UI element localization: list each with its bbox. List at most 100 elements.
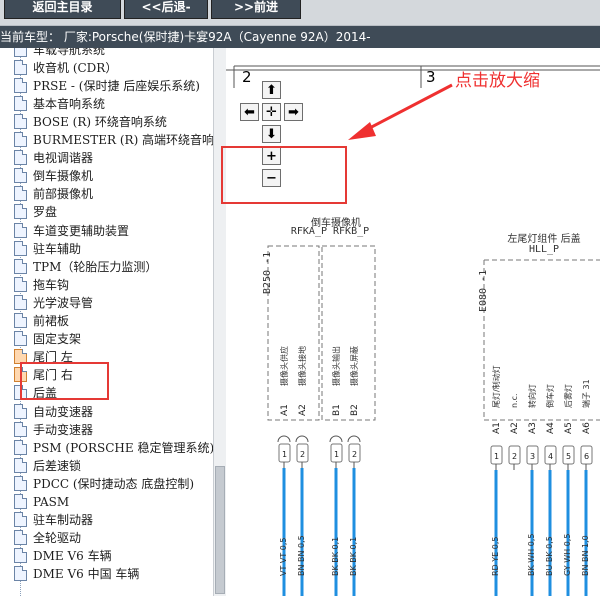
taillight-pin-desc: 端子 31 <box>581 379 591 408</box>
tree-item[interactable]: 罗盘 <box>14 203 57 221</box>
pan-right-button[interactable]: ➡ <box>284 103 303 121</box>
tree-item-label: PASM <box>33 494 70 509</box>
taillight-pin-desc: n.c. <box>510 393 519 408</box>
tree-item[interactable]: DME V6 车辆 <box>14 547 112 565</box>
home-button[interactable]: 返回主目录 <box>4 0 121 19</box>
camera-connector-num: 1 <box>282 450 287 459</box>
tree-item-label: 倒车摄像机 <box>33 169 94 184</box>
tree-item[interactable]: PRSE - (保时捷 后座娱乐系统) <box>14 76 200 94</box>
tree-item[interactable]: 前裙板 <box>14 312 69 330</box>
tree-item[interactable]: 倒车摄像机 <box>14 167 93 185</box>
tree-item-label: 拖车钩 <box>33 277 70 292</box>
tree-item[interactable]: 基本音响系统 <box>14 94 105 112</box>
scrollbar-thumb[interactable] <box>215 466 225 594</box>
taillight-wire-label: BU BK 0,5 <box>545 536 554 576</box>
document-icon <box>14 439 27 455</box>
tree-item[interactable]: BOSE (R) 环绕音响系统 <box>14 112 167 130</box>
document-icon <box>14 132 27 147</box>
pan-center-button[interactable]: ✛ <box>262 103 281 121</box>
tree-item[interactable]: 光学波导管 <box>14 293 93 311</box>
annotation-box-zoom <box>221 146 347 204</box>
camera-connector-num: 2 <box>300 450 305 459</box>
taillight-ref: E080 -1 <box>478 270 489 312</box>
pan-down-button[interactable]: ⬇ <box>262 125 281 143</box>
taillight-pin-label: A2 <box>510 422 520 434</box>
taillight-connector-num: 6 <box>584 452 589 461</box>
tree-item-label: 基本音响系统 <box>33 96 106 111</box>
taillight-pin-label: A5 <box>564 422 574 434</box>
document-icon <box>14 48 27 57</box>
back-button[interactable]: <<后退- <box>124 0 208 19</box>
taillight-pin-label: A6 <box>582 422 592 434</box>
tree-item[interactable]: 车载导航系统 <box>14 48 105 58</box>
tree-item[interactable]: 全轮驱动 <box>14 529 81 547</box>
tree-item-label: 驻车辅助 <box>33 241 82 256</box>
tree-item-label: BURMESTER (R) 高端环绕音响系统 <box>33 133 225 147</box>
pan-up-button[interactable]: ⬆ <box>262 81 281 99</box>
tree-item[interactable]: 前部摄像机 <box>14 185 93 203</box>
taillight-pin: n.c. A2 2 <box>508 393 521 470</box>
tree-item[interactable]: TPM（轮胎压力监测） <box>14 257 157 275</box>
tree-item[interactable]: 手动变速器 <box>14 420 93 438</box>
document-icon <box>14 475 27 491</box>
tree-item[interactable]: 电视调谐器 <box>14 149 93 167</box>
tree-item[interactable]: BURMESTER (R) 高端环绕音响系统 <box>14 131 225 149</box>
taillight-pin-label: A1 <box>492 422 502 434</box>
sidebar-scrollbar[interactable] <box>213 48 226 596</box>
tree-item[interactable]: 自动变速器 <box>14 402 93 420</box>
tree-item[interactable]: 固定支架 <box>14 330 81 348</box>
document-icon <box>14 566 27 582</box>
document-icon <box>14 294 27 310</box>
camera-pin-label: A1 <box>280 404 290 416</box>
tree-item[interactable]: 驻车制动器 <box>14 511 93 529</box>
document-icon <box>14 403 27 419</box>
tree-item[interactable]: 后差速锁 <box>14 456 81 474</box>
document-icon <box>14 258 27 274</box>
tree-item-label: BOSE (R) 环绕音响系统 <box>33 114 167 129</box>
document-icon <box>14 240 27 256</box>
tree-item[interactable]: PDCC (保时捷动态 底盘控制) <box>14 474 194 492</box>
tree-item-label: PDCC (保时捷动态 底盘控制) <box>33 476 195 491</box>
document-icon <box>14 168 27 184</box>
document-icon <box>14 331 27 347</box>
document-icon <box>14 77 27 93</box>
tree-item[interactable]: 驻车辅助 <box>14 239 81 257</box>
tree-item-label: 车道变更辅助装置 <box>33 223 130 238</box>
camera-ref: B250 -1 <box>262 252 273 294</box>
document-icon <box>14 276 27 292</box>
tree-item[interactable]: PSM (PORSCHE 稳定管理系统) <box>14 438 214 456</box>
camera-pin-label: A2 <box>298 404 308 416</box>
document-icon <box>14 313 27 328</box>
document-icon <box>14 457 27 473</box>
tree-item[interactable]: PASM <box>14 493 69 511</box>
grid-col-3: 3 <box>426 68 436 86</box>
taillight-connector-num: 4 <box>548 452 553 461</box>
taillight-connector-num: 2 <box>512 452 517 461</box>
document-icon <box>14 530 27 546</box>
tree-item-label: 自动变速器 <box>33 404 94 419</box>
forward-button[interactable]: >>前进 <box>211 0 301 19</box>
tree-item[interactable]: 收音机 (CDR） <box>14 58 117 76</box>
camera-wire-label: VT VT 0,5 <box>279 537 288 576</box>
taillight-title-code: HLL_P <box>529 244 559 255</box>
tree-item-label: PRSE - (保时捷 后座娱乐系统) <box>33 78 200 93</box>
camera-title-codes: RFKA_P RFKB_P <box>291 226 369 237</box>
tree-item[interactable]: 拖车钩 <box>14 275 69 293</box>
document-icon <box>14 222 27 238</box>
grid-col-2: 2 <box>242 68 252 86</box>
pan-left-button[interactable]: ⬅ <box>240 103 259 121</box>
wiring-diagram[interactable]: 2 3 倒车摄像机 RFKA_P RFKB_P B250 -1 摄像头供应 A1 1… <box>226 48 600 596</box>
document-icon <box>14 95 27 111</box>
taillight-connector-num: 3 <box>530 452 535 461</box>
toolbar: 返回主目录 <<后退- >>前进 <box>0 0 600 26</box>
taillight-pin-desc: 倒车灯 <box>545 384 555 408</box>
taillight-wire-label: RD YE 0,5 <box>491 537 500 576</box>
tree-item-label: PSM (PORSCHE 稳定管理系统) <box>33 440 215 455</box>
tree-item-label: 驻车制动器 <box>33 513 94 528</box>
tree-item-label: 固定支架 <box>33 332 82 347</box>
tree-item[interactable]: 车道变更辅助装置 <box>14 221 129 239</box>
annotation-box-tailgate <box>20 362 109 400</box>
tree-item-label: TPM（轮胎压力监测） <box>33 259 158 274</box>
tree-item-label: 后差速锁 <box>33 458 82 473</box>
tree-item[interactable]: DME V6 中国 车辆 <box>14 565 139 583</box>
